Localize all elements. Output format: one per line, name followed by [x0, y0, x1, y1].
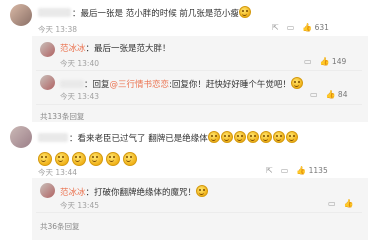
- reply-actions: ▭ 👍 149: [304, 57, 346, 66]
- username-blurred[interactable]: [60, 80, 84, 88]
- avatar[interactable]: [40, 183, 55, 198]
- comment-text: ：看来老臣已过气了 翻牌已是绝缘体: [69, 131, 299, 145]
- emoji-cry-icon: [233, 131, 246, 143]
- like-icon: 👍: [319, 57, 330, 66]
- emoji-cry-icon: [259, 131, 272, 143]
- username-blurred[interactable]: [38, 133, 68, 142]
- emoji-cry-icon: [72, 152, 86, 166]
- more-replies-link[interactable]: 共36条回复: [40, 221, 80, 232]
- like-icon: 👍: [302, 23, 313, 32]
- avatar[interactable]: [40, 42, 55, 57]
- like-count: 84: [337, 90, 348, 99]
- comment-text: ：最后一张是 范小胖的时候 前几张是范小瘦: [72, 6, 252, 20]
- emoji-cry-icon: [220, 131, 233, 143]
- like-count: 149: [331, 57, 347, 66]
- reply-body: :回复你！赶快好好睡个午觉吧！: [169, 80, 291, 90]
- avatar[interactable]: [40, 75, 55, 90]
- reply-text: ：回复@三行情书恋恋:回复你！赶快好好睡个午觉吧！: [60, 77, 304, 91]
- comment-time: 今天 13:38: [38, 25, 77, 34]
- reply-username[interactable]: 范冰冰: [60, 188, 86, 198]
- more-replies-link[interactable]: 共133条回复: [40, 111, 84, 122]
- reply-time: 今天 13:43: [60, 92, 99, 101]
- like-button[interactable]: 👍 149: [320, 57, 347, 66]
- like-button[interactable]: 👍 1135: [296, 166, 327, 175]
- emoji-cry-icon: [285, 131, 298, 143]
- emoji-cry-icon: [55, 152, 69, 166]
- emoji-cry-icon: [246, 131, 259, 143]
- comment-body: ：看来老臣已过气了 翻牌已是绝缘体: [69, 134, 208, 144]
- emoji-cry-icon: [38, 152, 52, 166]
- avatar[interactable]: [10, 126, 32, 148]
- comment-actions: ⇱ ▭ 👍 1135: [266, 166, 328, 175]
- emoji-cry-icon: [106, 152, 120, 166]
- comment-icon[interactable]: ▭: [304, 57, 312, 66]
- like-icon: 👍: [325, 90, 336, 99]
- reply-actions: ▭ 👍 84: [310, 90, 347, 99]
- like-icon[interactable]: 👍: [344, 199, 354, 208]
- emoji-smile-icon: [196, 185, 209, 197]
- mention-link[interactable]: @三行情书恋恋: [110, 80, 170, 90]
- emoji-row: [38, 149, 140, 168]
- reply-text: 范冰冰：打破你翻牌绝缘体的魔咒！: [60, 185, 209, 199]
- reply-username[interactable]: 范冰冰: [60, 44, 86, 54]
- reply-prefix: ：回复: [84, 80, 110, 90]
- username-blurred[interactable]: [38, 8, 71, 17]
- comment-icon[interactable]: ▭: [310, 90, 318, 99]
- like-icon: 👍: [296, 166, 307, 175]
- comment-icon[interactable]: ▭: [287, 23, 295, 32]
- forward-icon[interactable]: ⇱: [272, 23, 279, 32]
- emoji-cry-icon: [123, 152, 137, 166]
- emoji-cry-icon: [89, 152, 103, 166]
- emoji-smile-icon: [238, 6, 251, 18]
- like-button[interactable]: 👍 631: [302, 23, 329, 32]
- reply-body: ：最后一张是范大胖！: [85, 44, 171, 54]
- reply-actions: ▭ 👍: [328, 199, 354, 208]
- emoji-cry-icon: [207, 131, 220, 143]
- divider: [36, 70, 362, 71]
- comment-icon[interactable]: ▭: [328, 199, 336, 208]
- reply-time: 今天 13:40: [60, 59, 99, 68]
- comment-icon[interactable]: ▭: [281, 166, 289, 175]
- like-button[interactable]: 👍 84: [326, 90, 348, 99]
- emoji-cry-icon: [272, 131, 285, 143]
- avatar[interactable]: [10, 4, 32, 26]
- comment-body: ：最后一张是 范小胖的时候 前几张是范小瘦: [72, 9, 239, 19]
- reply-text: 范冰冰：最后一张是范大胖！: [60, 44, 171, 55]
- forward-icon[interactable]: ⇱: [266, 166, 273, 175]
- reply-time: 今天 13:45: [60, 201, 99, 210]
- divider: [36, 104, 362, 105]
- reply-body: ：打破你翻牌绝缘体的魔咒！: [85, 188, 197, 198]
- divider: [36, 212, 362, 213]
- comment-time: 今天 13:44: [38, 168, 77, 177]
- like-count: 631: [314, 23, 329, 32]
- like-count: 1135: [308, 166, 328, 175]
- emoji-smile-icon: [290, 77, 303, 89]
- comment-actions: ⇱ ▭ 👍 631: [272, 23, 329, 32]
